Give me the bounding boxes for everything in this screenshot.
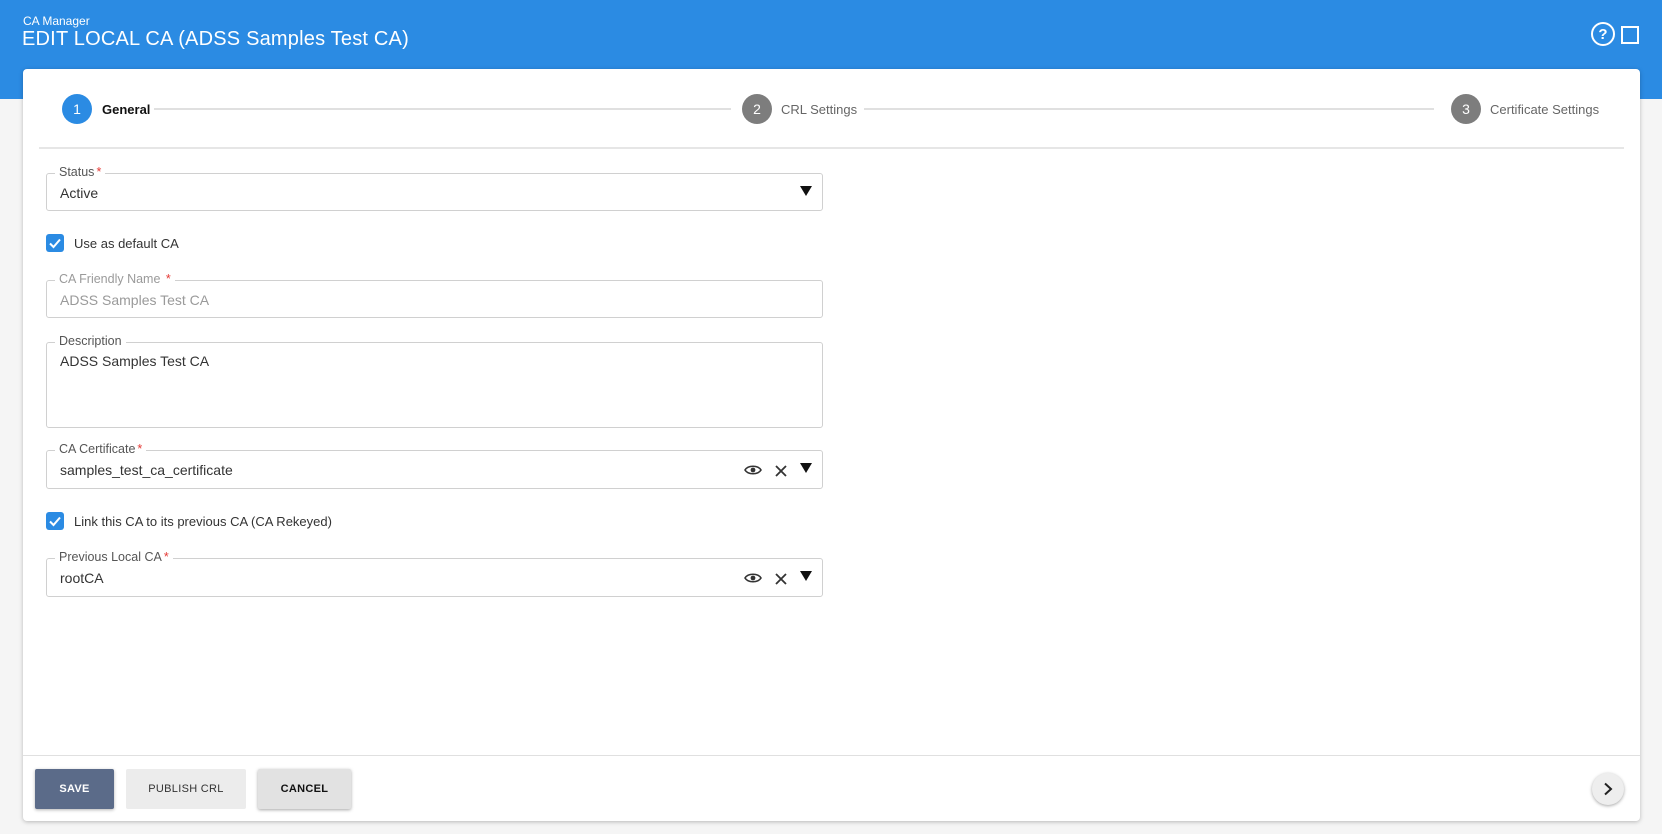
ca-friendly-name-value: ADSS Samples Test CA (60, 292, 210, 308)
step-3-circle[interactable]: 3 (1451, 94, 1481, 124)
eye-icon[interactable] (744, 572, 762, 584)
clear-icon[interactable] (774, 464, 788, 478)
status-select[interactable]: Status * Active (46, 165, 823, 211)
ca-friendly-name-field: CA Friendly Name * ADSS Samples Test CA (46, 272, 823, 318)
step-certificate-settings-label[interactable]: Certificate Settings (1490, 102, 1599, 117)
description-textarea[interactable]: Description ADSS Samples Test CA (46, 334, 823, 428)
wizard-stepper: 1 General 2 CRL Settings 3 Certificate S… (39, 88, 1624, 143)
required-mark: * (165, 272, 171, 286)
next-step-button[interactable] (1592, 773, 1624, 805)
stepper-divider (39, 147, 1624, 149)
required-mark: * (137, 442, 143, 456)
required-mark: * (163, 550, 169, 564)
page-title: EDIT LOCAL CA (ADSS Samples Test CA) (22, 28, 409, 50)
save-button[interactable]: SAVE (35, 769, 114, 809)
chevron-right-icon (1604, 782, 1613, 796)
required-mark: * (96, 165, 102, 179)
ca-certificate-label: CA Certificate * (55, 442, 147, 456)
ca-friendly-name-label: CA Friendly Name * (55, 272, 175, 286)
previous-local-ca-label: Previous Local CA * (55, 550, 173, 564)
maximize-icon[interactable] (1621, 26, 1639, 44)
step-crl-settings-label[interactable]: CRL Settings (781, 102, 857, 117)
step-1-circle[interactable]: 1 (62, 94, 92, 124)
app-name: CA Manager (23, 14, 90, 28)
ca-certificate-value: samples_test_ca_certificate (60, 462, 233, 478)
dropdown-caret-icon[interactable] (800, 463, 812, 473)
use-default-ca-label: Use as default CA (74, 235, 179, 251)
status-label: Status * (55, 165, 106, 179)
link-previous-ca-label: Link this CA to its previous CA (CA Reke… (74, 513, 332, 529)
cancel-button[interactable]: CANCEL (258, 769, 351, 809)
previous-local-ca-value: rootCA (60, 570, 104, 586)
dropdown-caret-icon[interactable] (800, 186, 812, 196)
link-previous-ca-checkbox-row[interactable]: Link this CA to its previous CA (CA Reke… (46, 511, 332, 531)
ca-certificate-select[interactable]: CA Certificate * samples_test_ca_certific… (46, 442, 823, 489)
step-general-label[interactable]: General (102, 102, 150, 117)
clear-icon[interactable] (774, 572, 788, 586)
link-previous-ca-checkbox[interactable] (46, 512, 64, 530)
publish-crl-button[interactable]: PUBLISH CRL (126, 769, 246, 809)
check-icon (49, 238, 61, 249)
help-icon[interactable]: ? (1591, 22, 1615, 46)
previous-local-ca-select[interactable]: Previous Local CA * rootCA (46, 550, 823, 597)
footer-divider (23, 755, 1640, 756)
use-default-ca-checkbox-row[interactable]: Use as default CA (46, 233, 179, 253)
step-connector (154, 108, 731, 110)
check-icon (49, 516, 61, 527)
step-2-circle[interactable]: 2 (742, 94, 772, 124)
description-label: Description (55, 334, 126, 348)
dropdown-caret-icon[interactable] (800, 571, 812, 581)
eye-icon[interactable] (744, 464, 762, 476)
status-value: Active (60, 185, 99, 201)
description-value: ADSS Samples Test CA (60, 353, 210, 369)
use-default-ca-checkbox[interactable] (46, 234, 64, 252)
step-connector (864, 108, 1434, 110)
